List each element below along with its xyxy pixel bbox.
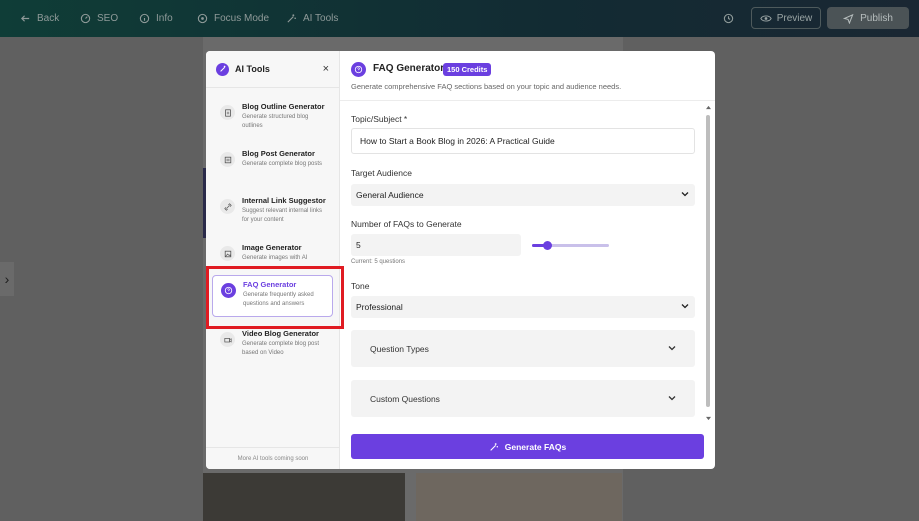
info-label: Info <box>156 13 173 24</box>
chevron-down-icon <box>681 192 689 197</box>
scrollbar-thumb[interactable] <box>706 115 710 407</box>
chevron-down-icon <box>681 304 689 309</box>
video-icon <box>220 332 235 347</box>
tone-value: Professional <box>356 302 403 312</box>
image-icon <box>220 246 235 261</box>
topic-label: Topic/Subject * <box>351 114 408 124</box>
publish-label: Publish <box>860 12 893 24</box>
tool-blog-post-generator[interactable]: Blog Post Generator Generate complete bl… <box>212 145 333 187</box>
history-icon <box>723 13 734 24</box>
sidebar-header: AI Tools × <box>206 51 340 88</box>
tool-name: Blog Outline Generator <box>242 102 325 111</box>
link-icon <box>220 199 235 214</box>
document-icon <box>220 105 235 120</box>
preview-label: Preview <box>776 12 813 24</box>
ai-tools-sidebar: AI Tools × Blog Outline Generator Genera… <box>206 51 340 469</box>
chevron-down-icon <box>668 346 676 351</box>
question-icon <box>351 62 366 77</box>
back-button[interactable]: Back <box>20 0 59 37</box>
audience-label: Target Audience <box>351 168 412 178</box>
topic-input[interactable]: How to Start a Book Blog in 2026: A Prac… <box>351 128 695 154</box>
arrow-left-icon <box>20 15 30 22</box>
audience-select[interactable]: General Audience <box>351 184 695 206</box>
num-faqs-input[interactable]: 5 <box>351 234 521 256</box>
tool-description: Suggest relevant internal links for your… <box>242 208 323 223</box>
send-icon <box>843 13 854 24</box>
selection-highlight <box>206 266 344 329</box>
faq-generator-panel: FAQ Generator 150 Credits Generate compr… <box>340 51 715 469</box>
tool-internal-link-suggestor[interactable]: Internal Link Suggestor Suggest relevant… <box>212 192 333 234</box>
num-faqs-slider[interactable] <box>532 241 609 250</box>
slider-thumb[interactable] <box>543 241 553 250</box>
scroll-up-icon[interactable] <box>705 105 712 110</box>
editor-image-room <box>416 473 622 521</box>
panel-title: FAQ Generator <box>373 63 445 74</box>
info-icon <box>139 13 150 24</box>
custom-questions-accordion[interactable]: Custom Questions <box>351 380 695 417</box>
panel-subtitle: Generate comprehensive FAQ sections base… <box>351 82 622 91</box>
tool-name: Blog Post Generator <box>242 149 315 158</box>
header-divider <box>340 100 715 101</box>
post-icon <box>220 152 235 167</box>
focus-mode-label: Focus Mode <box>214 13 270 24</box>
scroll-down-icon[interactable] <box>705 416 712 421</box>
focus-mode-button[interactable]: Focus Mode <box>197 0 269 37</box>
editor-image-books <box>203 473 405 521</box>
ai-tools-label: AI Tools <box>303 13 339 24</box>
back-label: Back <box>37 13 60 24</box>
tool-name: Video Blog Generator <box>242 329 319 338</box>
close-icon[interactable]: × <box>323 63 329 75</box>
magic-wand-icon <box>287 14 296 23</box>
question-types-accordion[interactable]: Question Types <box>351 330 695 367</box>
tool-description: Generate images with AI <box>242 255 308 261</box>
ai-tools-modal: AI Tools × Blog Outline Generator Genera… <box>206 51 715 469</box>
credits-badge: 150 Credits <box>443 63 492 76</box>
audience-value: General Audience <box>356 190 424 200</box>
sidebar-title: AI Tools <box>235 64 270 74</box>
sidebar-footer: More AI tools coming soon <box>206 447 340 469</box>
seo-button[interactable]: SEO <box>80 0 118 37</box>
info-button[interactable]: Info <box>139 0 173 37</box>
tone-label: Tone <box>351 281 370 291</box>
sidebar-expand-icon[interactable]: › <box>0 262 14 296</box>
tool-description: Generate complete blog post based on Vid… <box>242 341 320 356</box>
eye-icon <box>760 14 772 22</box>
gauge-icon <box>80 13 91 24</box>
tool-description: Generate complete blog posts <box>242 161 323 167</box>
generate-faqs-button[interactable]: Generate FAQs <box>351 434 704 459</box>
chevron-down-icon <box>668 396 676 401</box>
preview-button[interactable]: Preview <box>751 7 821 29</box>
tool-name: Image Generator <box>242 243 302 252</box>
num-faqs-label: Number of FAQs to Generate <box>351 219 462 229</box>
panel-scrollbar[interactable] <box>705 105 712 421</box>
current-count: Current: 5 questions <box>351 259 406 265</box>
question-types-label: Question Types <box>370 343 429 354</box>
publish-button[interactable]: Publish <box>827 7 909 29</box>
history-button[interactable] <box>723 0 734 37</box>
ai-tools-button[interactable]: AI Tools <box>286 0 338 37</box>
tool-name: Internal Link Suggestor <box>242 196 326 205</box>
magic-wand-icon <box>490 442 498 451</box>
focus-icon <box>197 13 208 24</box>
top-toolbar: Back SEO Info Focus Mode AI Tools Previe… <box>0 0 919 37</box>
custom-questions-label: Custom Questions <box>370 393 440 404</box>
tool-blog-outline-generator[interactable]: Blog Outline Generator Generate structur… <box>212 98 333 140</box>
ai-logo-icon <box>216 62 229 76</box>
tone-select[interactable]: Professional <box>351 296 695 318</box>
tool-video-blog-generator[interactable]: Video Blog Generator Generate complete b… <box>212 325 333 367</box>
seo-label: SEO <box>97 13 119 24</box>
tool-description: Generate structured blog outlines <box>242 114 309 129</box>
generate-faqs-label: Generate FAQs <box>504 441 567 452</box>
